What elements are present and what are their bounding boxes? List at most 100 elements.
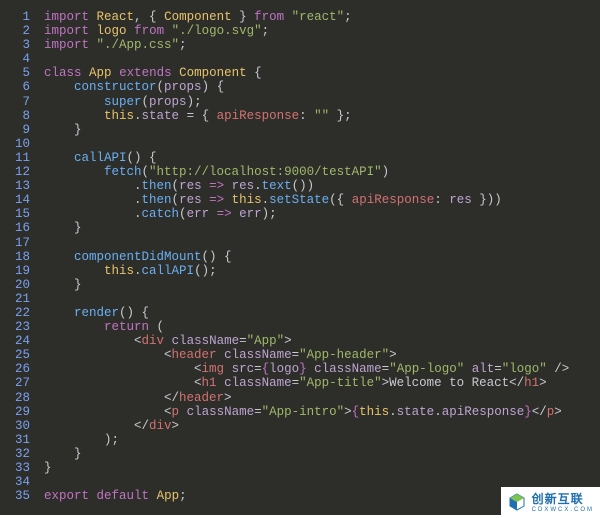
line-number: 19 [8, 264, 30, 278]
code-content: } [44, 461, 588, 475]
code-content: super(props); [44, 95, 588, 109]
line-number: 30 [8, 419, 30, 433]
code-content: this.state = { apiResponse: "" }; [44, 109, 588, 123]
code-content: </header> [44, 391, 588, 405]
line-number: 23 [8, 320, 30, 334]
code-content: } [44, 221, 588, 235]
line-number: 34 [8, 475, 30, 489]
line-number: 33 [8, 461, 30, 475]
line-number: 35 [8, 489, 30, 503]
code-content: <img src={logo} className="App-logo" alt… [44, 362, 588, 376]
code-content: } [44, 278, 588, 292]
line-number: 3 [8, 38, 30, 52]
code-content: constructor(props) { [44, 80, 588, 94]
code-line: 26 <img src={logo} className="App-logo" … [0, 362, 600, 376]
line-number: 18 [8, 250, 30, 264]
code-content: class App extends Component { [44, 66, 588, 80]
line-number: 26 [8, 362, 30, 376]
line-number: 22 [8, 306, 30, 320]
code-line: 13 .then(res => res.text()) [0, 179, 600, 193]
line-number: 31 [8, 433, 30, 447]
code-line: 8 this.state = { apiResponse: "" }; [0, 109, 600, 123]
code-line: 10 [0, 137, 600, 151]
code-content: import logo from "./logo.svg"; [44, 24, 588, 38]
code-content: } [44, 447, 588, 461]
code-editor: 1 import React, { Component } from "react… [0, 0, 600, 515]
code-line: 17 [0, 236, 600, 250]
line-number: 25 [8, 348, 30, 362]
code-content: } [44, 123, 588, 137]
code-line: 4 [0, 52, 600, 66]
code-line: 6 constructor(props) { [0, 80, 600, 94]
code-line: 33} [0, 461, 600, 475]
line-number: 27 [8, 376, 30, 390]
code-line: 1 import React, { Component } from "react… [0, 10, 600, 24]
line-number: 2 [8, 24, 30, 38]
code-content: import "./App.css"; [44, 38, 588, 52]
code-content: componentDidMount() { [44, 250, 588, 264]
watermark: 创新互联CDXWCX.COM [501, 487, 600, 515]
code-line: 29 <p className="App-intro">{this.state.… [0, 405, 600, 419]
code-line: 27 <h1 className="App-title">Welcome to … [0, 376, 600, 390]
line-number: 20 [8, 278, 30, 292]
code-line: 24 <div className="App"> [0, 334, 600, 348]
code-content: <header className="App-header"> [44, 348, 588, 362]
code-line: 12 fetch("http://localhost:9000/testAPI"… [0, 165, 600, 179]
code-content: <h1 className="App-title">Welcome to Rea… [44, 376, 588, 390]
line-number: 8 [8, 109, 30, 123]
code-content: <div className="App"> [44, 334, 588, 348]
line-number: 15 [8, 207, 30, 221]
code-content: .catch(err => err); [44, 207, 588, 221]
line-number: 28 [8, 391, 30, 405]
code-content: </div> [44, 419, 588, 433]
line-number: 9 [8, 123, 30, 137]
code-content: fetch("http://localhost:9000/testAPI") [44, 165, 588, 179]
watermark-logo-icon [507, 492, 527, 512]
code-line: 16 } [0, 221, 600, 235]
line-number: 16 [8, 221, 30, 235]
code-content: return ( [44, 320, 588, 334]
line-number: 1 [8, 10, 30, 24]
line-number: 32 [8, 447, 30, 461]
line-number: 29 [8, 405, 30, 419]
code-line: 31 ); [0, 433, 600, 447]
code-content: .then(res => res.text()) [44, 179, 588, 193]
line-number: 11 [8, 151, 30, 165]
line-number: 21 [8, 292, 30, 306]
code-line: 3 import "./App.css"; [0, 38, 600, 52]
line-number: 4 [8, 52, 30, 66]
code-line: 22 render() { [0, 306, 600, 320]
code-content: callAPI() { [44, 151, 588, 165]
code-line: 28 </header> [0, 391, 600, 405]
watermark-text: 创新互联 [532, 492, 584, 506]
code-line: 23 return ( [0, 320, 600, 334]
code-line: 5 class App extends Component { [0, 66, 600, 80]
line-number: 13 [8, 179, 30, 193]
line-number: 6 [8, 80, 30, 94]
watermark-subtext: CDXWCX.COM [532, 507, 594, 513]
code-line: 30 </div> [0, 419, 600, 433]
code-content: <p className="App-intro">{this.state.api… [44, 405, 588, 419]
code-line: 9 } [0, 123, 600, 137]
code-line: 32 } [0, 447, 600, 461]
line-number: 7 [8, 95, 30, 109]
code-line: 2 import logo from "./logo.svg"; [0, 24, 600, 38]
code-line: 25 <header className="App-header"> [0, 348, 600, 362]
line-number: 5 [8, 66, 30, 80]
line-number: 14 [8, 193, 30, 207]
line-number: 10 [8, 137, 30, 151]
code-line: 19 this.callAPI(); [0, 264, 600, 278]
code-content: .then(res => this.setState({ apiResponse… [44, 193, 588, 207]
code-line: 11 callAPI() { [0, 151, 600, 165]
code-content: render() { [44, 306, 588, 320]
code-line: 7 super(props); [0, 95, 600, 109]
code-line: 18 componentDidMount() { [0, 250, 600, 264]
line-number: 12 [8, 165, 30, 179]
code-content: import React, { Component } from "react"… [44, 10, 588, 24]
code-line: 21 [0, 292, 600, 306]
code-content: ); [44, 433, 588, 447]
line-number: 24 [8, 334, 30, 348]
code-line: 20 } [0, 278, 600, 292]
code-line: 15 .catch(err => err); [0, 207, 600, 221]
code-line: 14 .then(res => this.setState({ apiRespo… [0, 193, 600, 207]
